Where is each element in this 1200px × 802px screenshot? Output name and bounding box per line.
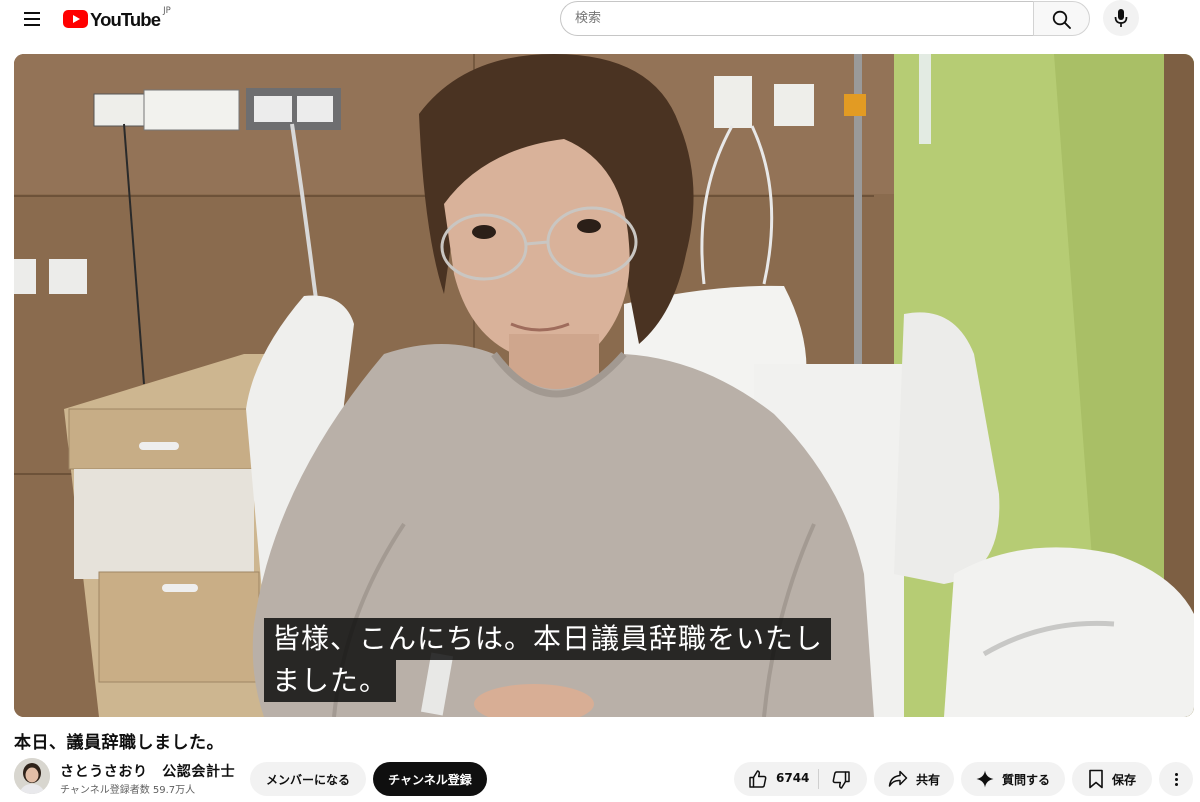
channel-name[interactable]: さとうさおり 公認会計士 xyxy=(60,761,235,781)
masthead: YouTube JP xyxy=(0,0,1200,40)
dislike-button[interactable] xyxy=(819,762,867,796)
more-dot xyxy=(1175,783,1178,786)
bookmark-icon xyxy=(1089,769,1103,789)
share-icon xyxy=(888,770,908,787)
logo-region: JP xyxy=(163,6,171,16)
ask-label: 質問する xyxy=(1001,772,1050,787)
voice-search-button[interactable] xyxy=(1103,0,1139,36)
more-actions-button[interactable] xyxy=(1159,762,1193,796)
channel-avatar[interactable] xyxy=(14,758,50,794)
captions: 皆様、こんにちは。本日議員辞職をいたし ました。 xyxy=(264,618,832,702)
caption-line-2: ました。 xyxy=(264,660,397,702)
caption-line-1: 皆様、こんにちは。本日議員辞職をいたし xyxy=(264,618,832,660)
youtube-logo[interactable]: YouTube JP xyxy=(63,5,171,33)
save-button[interactable]: 保存 xyxy=(1072,762,1152,796)
microphone-icon xyxy=(1114,9,1128,27)
join-membership-button[interactable]: メンバーになる xyxy=(250,762,366,796)
share-button[interactable]: 共有 xyxy=(874,762,954,796)
like-button[interactable]: 6744 xyxy=(734,762,818,796)
thumbs-up-icon xyxy=(749,770,767,788)
search-input[interactable] xyxy=(560,1,1034,36)
save-label: 保存 xyxy=(1111,772,1136,787)
ask-button[interactable]: 質問する xyxy=(961,762,1065,796)
like-dislike-group: 6744 xyxy=(734,762,867,796)
more-dot xyxy=(1175,773,1178,776)
subscriber-count: チャンネル登録者数 59.7万人 xyxy=(60,785,196,796)
sparkle-icon xyxy=(976,770,994,788)
avatar-image xyxy=(14,758,50,794)
search-icon xyxy=(1052,10,1071,29)
menu-icon[interactable] xyxy=(14,4,50,34)
video-title: 本日、議員辞職しました。 xyxy=(14,733,224,753)
video-player[interactable]: 皆様、こんにちは。本日議員辞職をいたし ました。 xyxy=(14,54,1194,717)
play-logo-icon xyxy=(63,10,88,28)
thumbs-down-icon xyxy=(832,771,850,789)
more-dot xyxy=(1175,778,1178,781)
logo-wordmark: YouTube xyxy=(90,9,161,30)
like-count: 6744 xyxy=(776,771,810,785)
share-label: 共有 xyxy=(915,772,940,787)
subscribe-button[interactable]: チャンネル登録 xyxy=(373,762,487,796)
search-button[interactable] xyxy=(1033,1,1090,36)
